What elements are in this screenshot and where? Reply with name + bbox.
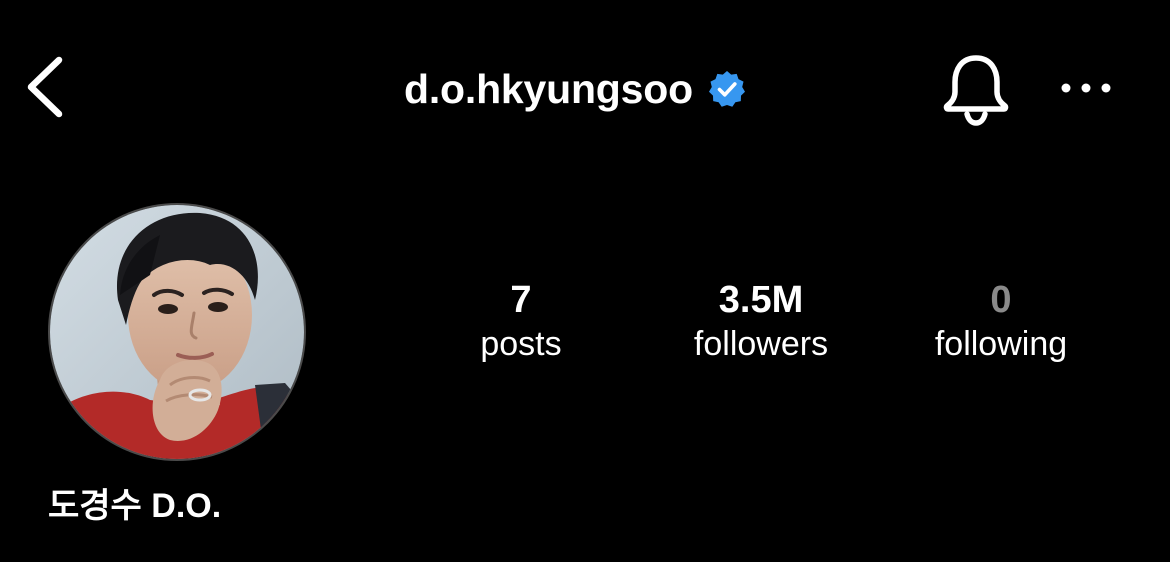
- display-name: 도경수 D.O.: [48, 487, 222, 525]
- more-options-button[interactable]: [1054, 68, 1118, 108]
- posts-count: 7: [510, 279, 532, 321]
- followers-label: followers: [693, 325, 829, 363]
- profile-header-title: d.o.hkyungsoo: [404, 62, 747, 116]
- profile-photo: [50, 205, 304, 459]
- following-count: 0: [990, 279, 1012, 321]
- more-horizontal-icon: [1061, 83, 1111, 93]
- avatar[interactable]: [48, 203, 306, 461]
- bell-icon: [943, 55, 1009, 126]
- followers-count: 3.5M: [718, 279, 804, 321]
- stat-following[interactable]: 0 following: [881, 278, 1121, 366]
- posts-label: posts: [480, 325, 562, 363]
- following-label: following: [934, 325, 1068, 363]
- stat-followers[interactable]: 3.5M followers: [641, 278, 881, 366]
- notifications-button[interactable]: [938, 50, 1014, 126]
- chevron-left-icon: [27, 56, 63, 118]
- stat-posts[interactable]: 7 posts: [401, 278, 641, 366]
- verified-badge-icon: [707, 69, 747, 109]
- username: d.o.hkyungsoo: [404, 65, 693, 112]
- back-button[interactable]: [22, 50, 72, 120]
